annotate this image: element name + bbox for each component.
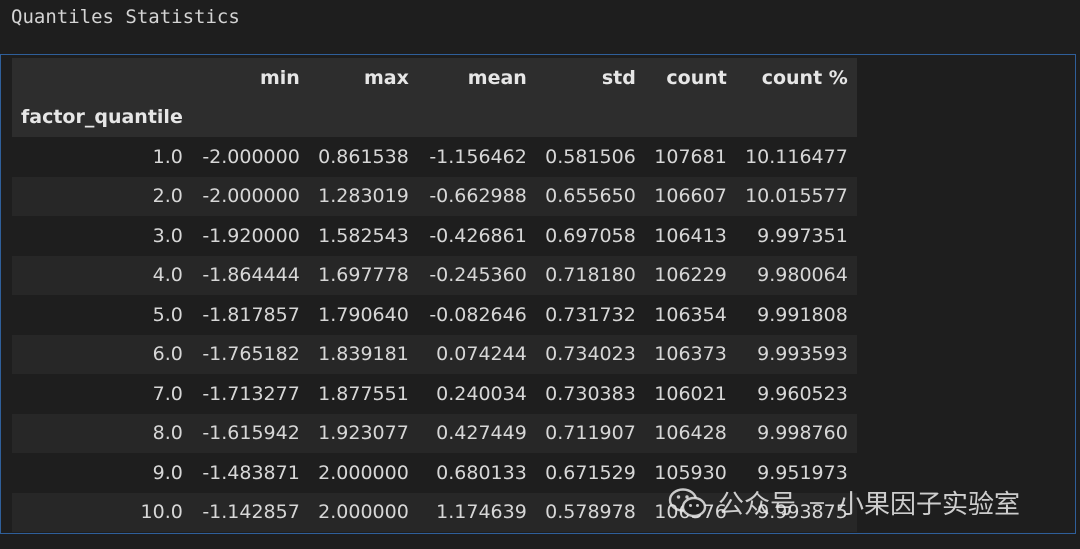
table-cell: 1.923077 (308, 413, 418, 453)
table-cell: -1.765182 (191, 334, 309, 374)
table-cell: 0.680133 (417, 453, 536, 493)
table-cell: 0.734023 (535, 334, 645, 374)
table-cell: -0.662988 (417, 176, 536, 216)
row-index: 9.0 (12, 453, 192, 493)
table-cell: 9.960523 (735, 374, 857, 414)
column-header-index-blank (12, 58, 192, 98)
table-cell: 10.015577 (735, 176, 857, 216)
table-cell: 0.731732 (535, 295, 645, 335)
table-cell: -1.817857 (191, 295, 309, 335)
table-cell: 9.991808 (735, 295, 857, 335)
column-header-min: min (191, 58, 309, 98)
row-index: 6.0 (12, 334, 192, 374)
column-header-max: max (308, 58, 418, 98)
table-cell: 0.074244 (417, 334, 536, 374)
table-cell: 9.998760 (735, 413, 857, 453)
row-index: 2.0 (12, 176, 192, 216)
table-cell: 1.877551 (308, 374, 418, 414)
row-index: 8.0 (12, 413, 192, 453)
row-index: 1.0 (12, 137, 192, 177)
output-title: Quantiles Statistics (11, 6, 240, 28)
row-index: 3.0 (12, 216, 192, 256)
table-cell: 0.655650 (535, 176, 645, 216)
table-row: 6.0 -1.765182 1.839181 0.074244 0.734023 1063… (12, 334, 857, 374)
table-cell: 0.240034 (417, 374, 536, 414)
table-row: 1.0 -2.000000 0.861538 -1.156462 0.581506 107… (12, 137, 857, 177)
table-cell: 106354 (644, 295, 736, 335)
table-cell: -1.483871 (191, 453, 309, 493)
table-row: 2.0 -2.000000 1.283019 -0.662988 0.655650 106… (12, 176, 857, 216)
index-name-row: factor_quantile (12, 97, 857, 137)
output-cell: min max mean std count count % factor_qu… (0, 54, 1076, 534)
table-cell: -1.615942 (191, 413, 309, 453)
row-index: 5.0 (12, 295, 192, 335)
table-body: 1.0 -2.000000 0.861538 -1.156462 0.581506 107… (12, 137, 857, 532)
index-name-row-blank (417, 97, 536, 137)
table-cell: -0.245360 (417, 255, 536, 295)
table-cell: -0.082646 (417, 295, 536, 335)
table-cell: 9.993593 (735, 334, 857, 374)
table-cell: 0.711907 (535, 413, 645, 453)
index-name-row-blank (644, 97, 736, 137)
column-header-mean: mean (417, 58, 536, 98)
table-cell: 10.116477 (735, 137, 857, 177)
table-cell: 9.980064 (735, 255, 857, 295)
table-cell: 0.578978 (535, 492, 645, 532)
table-row: 7.0 -1.713277 1.877551 0.240034 0.730383 1060… (12, 374, 857, 414)
table-row: 8.0 -1.615942 1.923077 0.427449 0.711907 1064… (12, 413, 857, 453)
table-cell: 9.997351 (735, 216, 857, 256)
table-row: 3.0 -1.920000 1.582543 -0.426861 0.697058 106… (12, 216, 857, 256)
table-cell: -1.156462 (417, 137, 536, 177)
table-cell: 106229 (644, 255, 736, 295)
column-header-row: min max mean std count count % (12, 58, 857, 98)
table-row: 4.0 -1.864444 1.697778 -0.245360 0.718180 106… (12, 255, 857, 295)
table-cell: 106373 (644, 334, 736, 374)
table-cell: 0.718180 (535, 255, 645, 295)
table-cell: -1.713277 (191, 374, 309, 414)
column-header-count: count (644, 58, 736, 98)
table-cell: 106607 (644, 176, 736, 216)
table-cell: 1.283019 (308, 176, 418, 216)
index-name-header: factor_quantile (12, 97, 192, 137)
column-header-std: std (535, 58, 645, 98)
table-cell: 106413 (644, 216, 736, 256)
index-name-row-blank (535, 97, 645, 137)
table-cell: 1.790640 (308, 295, 418, 335)
table-cell: -2.000000 (191, 176, 309, 216)
row-index: 10.0 (12, 492, 192, 532)
table-row: 5.0 -1.817857 1.790640 -0.082646 0.731732 106… (12, 295, 857, 335)
table-cell: 1.582543 (308, 216, 418, 256)
row-index: 7.0 (12, 374, 192, 414)
index-name-row-blank (735, 97, 857, 137)
table-cell: 2.000000 (308, 492, 418, 532)
table-cell: 1.174639 (417, 492, 536, 532)
column-header-count-percent: count % (735, 58, 857, 98)
wechat-icon (668, 487, 707, 517)
dataframe-table: min max mean std count count % factor_qu… (12, 58, 857, 532)
table-cell: 106428 (644, 413, 736, 453)
table-cell: 106021 (644, 374, 736, 414)
watermark-separator (810, 501, 825, 504)
table-cell: -1.920000 (191, 216, 309, 256)
row-index: 4.0 (12, 255, 192, 295)
table-cell: 1.697778 (308, 255, 418, 295)
table-cell: -1.142857 (191, 492, 309, 532)
watermark-prefix: 公众号 (718, 490, 797, 520)
table-cell: -0.426861 (417, 216, 536, 256)
table-cell: -2.000000 (191, 137, 309, 177)
table-cell: 0.861538 (308, 137, 418, 177)
table-cell: 0.730383 (535, 374, 645, 414)
index-name-row-blank (308, 97, 418, 137)
watermark-name: 小果因子实验室 (838, 490, 1021, 520)
table-cell: -1.864444 (191, 255, 309, 295)
table-cell: 107681 (644, 137, 736, 177)
index-name-row-blank (191, 97, 309, 137)
table-cell: 0.427449 (417, 413, 536, 453)
watermark: 公众号 小果因子实验室 (668, 484, 1020, 521)
table-cell: 1.839181 (308, 334, 418, 374)
table-cell: 0.581506 (535, 137, 645, 177)
table-cell: 0.697058 (535, 216, 645, 256)
table-cell: 0.671529 (535, 453, 645, 493)
table-cell: 2.000000 (308, 453, 418, 493)
